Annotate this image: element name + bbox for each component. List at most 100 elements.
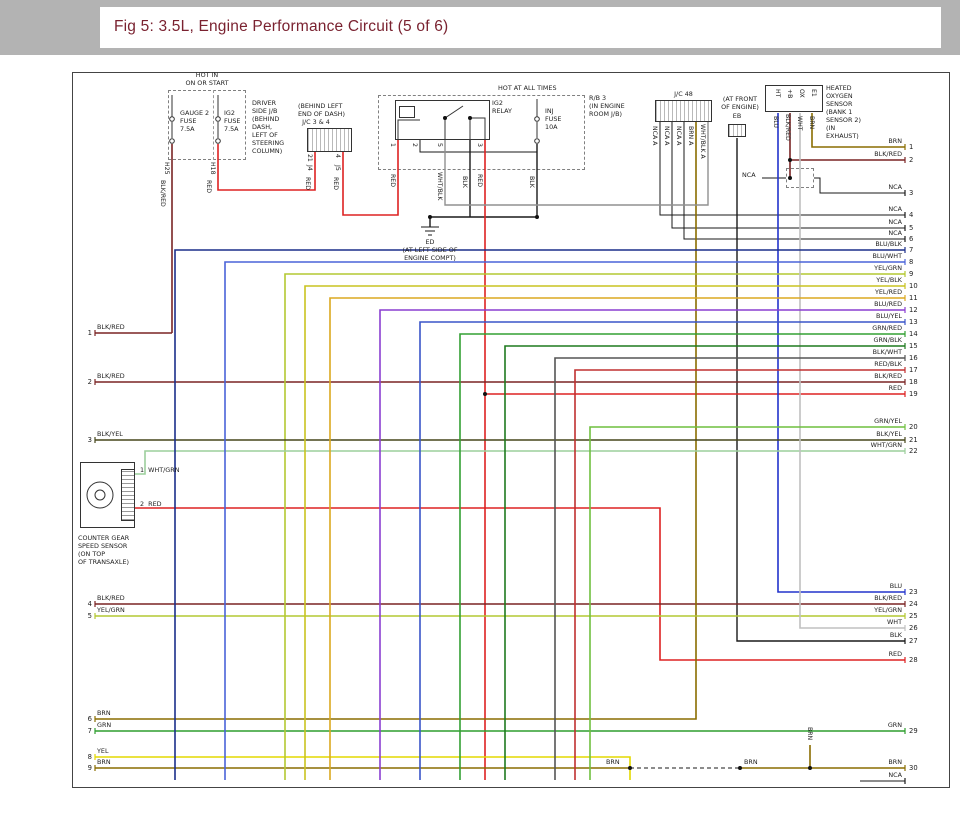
right-pin-label: BLU/YEL bbox=[790, 312, 902, 320]
nca-callout-label: NCA bbox=[742, 171, 764, 179]
rotated-wire-label: 3 bbox=[476, 143, 483, 147]
right-pin-label: RED bbox=[790, 384, 902, 392]
rotated-wire-label: NCA A bbox=[651, 126, 658, 145]
right-pin-number: 30 bbox=[909, 764, 918, 772]
right-pin-label: WHT/GRN bbox=[790, 441, 902, 449]
counter-sensor-label: COUNTER GEARSPEED SENSOR(ON TOPOF TRANSA… bbox=[78, 534, 154, 566]
right-pin-label: RED/BLK bbox=[790, 360, 902, 368]
ig2-fuse-label: IG2FUSE7.5A bbox=[224, 109, 246, 133]
right-pin-number: 8 bbox=[909, 258, 913, 266]
rotated-wire-label: BLU bbox=[772, 116, 779, 128]
left-pin-number: 9 bbox=[78, 764, 92, 772]
screenshot-root: Fig 5: 3.5L, Engine Performance Circuit … bbox=[0, 0, 960, 815]
right-pin-label: GRN/BLK bbox=[790, 336, 902, 344]
speed-sensor-pin2-label: 2 RED bbox=[140, 500, 180, 508]
right-pin-label: GRN/RED bbox=[790, 324, 902, 332]
rotated-wire-label: OX bbox=[798, 89, 805, 98]
eb-label: EB bbox=[727, 112, 747, 120]
brn-inline-label-1: BRN bbox=[606, 758, 632, 766]
right-pin-label: NCA bbox=[790, 229, 902, 237]
rotated-wire-label: WHT/BLK bbox=[436, 172, 443, 200]
ed-label: ED bbox=[410, 238, 450, 246]
rotated-wire-label: RED bbox=[304, 177, 311, 190]
right-pin-number: 25 bbox=[909, 612, 918, 620]
rotated-wire-label: E1 bbox=[810, 89, 817, 97]
driver-jb-label: DRIVERSIDE J/B(BEHINDDASH,LEFT OFSTEERIN… bbox=[252, 99, 300, 155]
right-pin-number: 4 bbox=[909, 211, 913, 219]
o2-sensor-label: HEATEDOXYGENSENSOR(BANK 1SENSOR 2)(INEXH… bbox=[826, 84, 898, 140]
right-pin-number: 27 bbox=[909, 637, 918, 645]
rotated-wire-label: BLK bbox=[528, 176, 535, 188]
right-pin-number: 17 bbox=[909, 366, 918, 374]
rotated-wire-label: J5 bbox=[334, 165, 341, 171]
right-pin-number: 9 bbox=[909, 270, 913, 278]
rotated-wire-label: 1 bbox=[389, 143, 396, 147]
brn-inline-label-2: BRN bbox=[744, 758, 770, 766]
rotated-wire-label: RED bbox=[476, 174, 483, 187]
rotated-wire-label: WHT/BLK A bbox=[699, 124, 706, 159]
right-pin-number: 3 bbox=[909, 189, 913, 197]
left-pin-number: 4 bbox=[78, 600, 92, 608]
jc34-box bbox=[307, 128, 352, 152]
rotated-wire-label: NCA A bbox=[663, 126, 670, 145]
eb-box bbox=[728, 124, 746, 137]
jc48-box bbox=[655, 100, 712, 122]
right-pin-number: 2 bbox=[909, 156, 913, 164]
eb-location-label: (AT FRONTOF ENGINE) bbox=[712, 95, 768, 111]
right-pin-label: BRN bbox=[790, 758, 902, 766]
gauge-fuse-label: GAUGE 2FUSE7.5A bbox=[180, 109, 214, 133]
left-pin-label: BLK/YEL bbox=[97, 430, 177, 438]
rotated-wire-label: BRN bbox=[808, 116, 815, 129]
right-pin-number: 12 bbox=[909, 306, 918, 314]
left-pin-label: BLK/RED bbox=[97, 594, 177, 602]
right-pin-number: 16 bbox=[909, 354, 918, 362]
rotated-wire-label: RED bbox=[332, 177, 339, 190]
right-pin-number: 22 bbox=[909, 447, 918, 455]
left-pin-label: BLK/RED bbox=[97, 372, 177, 380]
left-pin-number: 2 bbox=[78, 378, 92, 386]
ig2-relay-label: IG2RELAY bbox=[492, 99, 532, 115]
right-pin-number: 21 bbox=[909, 436, 918, 444]
right-pin-number: 11 bbox=[909, 294, 918, 302]
right-pin-number: 5 bbox=[909, 224, 913, 232]
left-pin-label: BLK/RED bbox=[97, 323, 177, 331]
right-pin-label: BLK bbox=[790, 631, 902, 639]
rotated-wire-label: 2 bbox=[411, 143, 418, 147]
right-pin-number: 19 bbox=[909, 390, 918, 398]
right-pin-label: WHT bbox=[790, 618, 902, 626]
right-pin-label: BLU/WHT bbox=[790, 252, 902, 260]
right-pin-label: YEL/BLK bbox=[790, 276, 902, 284]
rotated-wire-label: WHT bbox=[796, 116, 803, 131]
left-pin-number: 3 bbox=[78, 436, 92, 444]
right-pin-number: 6 bbox=[909, 235, 913, 243]
inj-fuse-label: INJFUSE10A bbox=[545, 107, 575, 131]
right-pin-number: 1 bbox=[909, 143, 913, 151]
rotated-wire-label: 21 bbox=[306, 154, 313, 162]
rb3-label: R/B 3(IN ENGINEROOM J/B) bbox=[589, 94, 645, 118]
right-pin-number: 15 bbox=[909, 342, 918, 350]
hot-in-title: HOT INON OR START bbox=[168, 71, 246, 87]
right-pin-label: YEL/GRN bbox=[790, 606, 902, 614]
right-pin-number: 29 bbox=[909, 727, 918, 735]
right-pin-number: 10 bbox=[909, 282, 918, 290]
relay-coil-box bbox=[399, 106, 415, 118]
left-pin-number: 7 bbox=[78, 727, 92, 735]
left-pin-number: 5 bbox=[78, 612, 92, 620]
right-pin-number: 20 bbox=[909, 423, 918, 431]
right-pin-label: GRN/YEL bbox=[790, 417, 902, 425]
right-pin-label: YEL/GRN bbox=[790, 264, 902, 272]
left-pin-label: GRN bbox=[97, 721, 177, 729]
right-pin-label: NCA bbox=[790, 218, 902, 226]
right-pin-label: YEL/RED bbox=[790, 288, 902, 296]
rotated-wire-label: J4 bbox=[306, 165, 313, 171]
rotated-wire-label: BLK/RED bbox=[159, 180, 166, 207]
right-pin-label: GRN bbox=[790, 721, 902, 729]
left-pin-number: 8 bbox=[78, 753, 92, 761]
rotated-wire-label: HT bbox=[774, 89, 781, 97]
right-pin-number: 28 bbox=[909, 656, 918, 664]
left-pin-number: 1 bbox=[78, 329, 92, 337]
right-pin-label: BRN bbox=[790, 137, 902, 145]
speed-sensor-hatch bbox=[121, 469, 135, 521]
right-pin-number: 14 bbox=[909, 330, 918, 338]
right-pin-label: RED bbox=[790, 650, 902, 658]
